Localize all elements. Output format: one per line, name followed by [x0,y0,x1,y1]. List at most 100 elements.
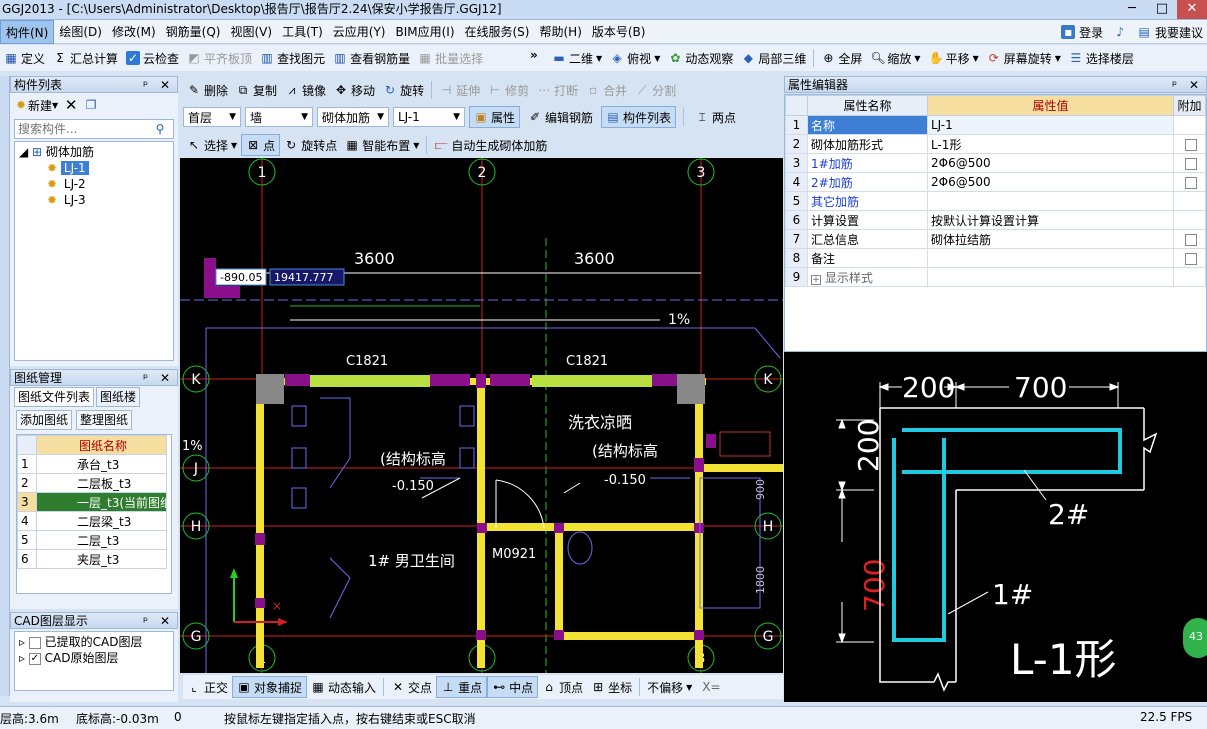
zoom-button[interactable]: 🔍︎ 缩放 ▼ [866,47,924,69]
view-rebar-button[interactable]: ▥ 查看钢筋量 [329,47,414,69]
extra-checkbox[interactable] [1185,157,1197,170]
layer-extracted[interactable]: ▹ 已提取的CAD图层 [19,634,169,650]
component-list-button[interactable]: ▤ 构件列表 [601,106,677,128]
menu-tools[interactable]: 工具(T) [277,20,328,44]
merge-button[interactable]: ▫ 合并 [582,79,631,101]
table-row[interactable]: 2 砌体加筋形式 L-1形 [785,134,1206,154]
delete-button[interactable]: ✎ 删除 [183,79,232,101]
panel-pin-close-icon[interactable]: ᵖ ✕ [143,77,177,92]
type-select[interactable]: 砌体加筋 ▼ [317,107,389,127]
menu-draw[interactable]: 绘图(D) [54,20,107,44]
feedback-button[interactable]: ▤ 我要建议 [1137,24,1203,41]
summary-calc-button[interactable]: Σ 汇总计算 [49,47,122,69]
view-2d-button[interactable]: ▬ 二维 ▼ [548,47,606,69]
maximize-button[interactable]: □ [1147,0,1177,19]
intersection-snap-button[interactable]: ✕ 交点 [387,676,436,698]
offset-select[interactable]: 不偏移 ▼ [643,676,696,698]
top-view-button[interactable]: ◈ 俯视 ▼ [606,47,664,69]
object-snap-button[interactable]: ▣ 对象捕捉 [232,676,308,698]
component-search-input[interactable] [15,120,153,138]
copy-icon[interactable]: ❐ [84,98,98,112]
rotate-point-button[interactable]: ↻ 旋转点 [280,134,341,156]
table-row[interactable]: 3一层_t3(当前图纸) [17,492,167,512]
trim-button[interactable]: ⊢ 修剪 [484,79,533,101]
vertex-snap-button[interactable]: ⌂ 顶点 [538,676,587,698]
fullscreen-button[interactable]: ⊕ 全屏 [817,47,866,69]
edit-rebar-button[interactable]: ✐ 编辑钢筋 [524,106,597,128]
component-select[interactable]: LJ-1 ▼ [393,107,465,127]
menu-view[interactable]: 视图(V) [225,20,277,44]
tree-item-lj1[interactable]: ✹ LJ-1 [19,160,169,176]
tree-root[interactable]: ◢ ⊞ 砌体加筋 [19,144,169,160]
break-button[interactable]: ⋯ 打断 [533,79,582,101]
menu-online[interactable]: 在线服务(S) [460,20,535,44]
midpoint-snap-button[interactable]: ⊷ 中点 [487,676,539,698]
table-row[interactable]: 4 二层梁_t3 [17,511,167,531]
extra-checkbox[interactable] [1185,233,1197,246]
menu-cloud[interactable]: 云应用(Y) [328,20,391,44]
align-slab-top-button[interactable]: ◩ 平齐板顶 [183,47,256,69]
pan-button[interactable]: ✋ 平移 ▼ [925,47,983,69]
dynamic-input-button[interactable]: ▦ 动态输入 [307,676,380,698]
tree-item-lj2[interactable]: ✹ LJ-2 [19,176,169,192]
ortho-button[interactable]: ⌞ 正交 [183,676,232,698]
extra-checkbox[interactable] [1185,252,1197,265]
select-floor-button[interactable]: ☰ 选择楼层 [1065,47,1138,69]
tab-drawing-floors[interactable]: 图纸楼 [96,387,141,407]
properties-button[interactable]: ▣ 属性 [469,106,521,128]
two-points-button[interactable]: ⌶ 两点 [691,106,740,128]
menu-component[interactable]: 构件(N) [0,19,55,44]
table-row[interactable]: 6 夹层_t3 [17,549,167,569]
menu-help[interactable]: 帮助(H) [534,20,586,44]
extend-button[interactable]: ⊣ 延伸 [435,79,484,101]
table-row[interactable]: 5 二层_t3 [17,530,167,550]
layer-original-checkbox[interactable]: ✓ [28,652,41,665]
table-row[interactable]: 2 二层板_t3 [17,473,167,493]
tab-drawing-files[interactable]: 图纸文件列表 [14,387,95,407]
bell-icon[interactable]: ♪ [1113,25,1127,39]
find-element-button[interactable]: ▥ 查找图元 [256,47,329,69]
rotate-button[interactable]: ↻ 旋转 [379,79,428,101]
panel-pin-close-icon[interactable]: ᵖ ✕ [143,613,177,628]
menu-modify[interactable]: 修改(M) [107,20,161,44]
table-row[interactable]: 7 汇总信息 砌体拉结筋 [785,229,1206,249]
close-button[interactable]: ✕ [1177,0,1207,19]
delete-icon[interactable]: ✕ [64,98,78,113]
cad-canvas[interactable]: 1 2 3 1 2 3 K J H G K H G 3600 3600 1% 1… [180,158,783,673]
copy-button[interactable]: ⧉ 复制 [232,79,281,101]
badge-indicator[interactable]: 43 [1183,618,1207,658]
move-button[interactable]: ✥ 移动 [330,79,379,101]
cloud-check-button[interactable]: ✓ 云检查 [122,47,183,69]
login-button[interactable]: ▪ 登录 [1061,24,1103,41]
extra-checkbox[interactable] [1185,138,1197,151]
screen-rotate-button[interactable]: ⟳ 屏幕旋转 ▼ [983,47,1065,69]
expand-icon[interactable]: + [811,274,821,285]
toolbar-overflow-icon[interactable]: » [530,48,538,62]
floor-select[interactable]: 首层 ▼ [183,107,241,127]
search-icon[interactable]: ⚲ [153,122,167,136]
menu-bim[interactable]: BIM应用(I) [390,20,459,44]
extra-checkbox[interactable] [1185,176,1197,189]
menu-version[interactable]: 版本号(B) [587,20,651,44]
orbit-button[interactable]: ✿ 动态观察 [664,47,737,69]
table-row[interactable]: 1 名称 LJ-1 [785,115,1206,135]
tree-item-lj3[interactable]: ✹ LJ-3 [19,192,169,208]
table-row[interactable]: 1 承台_t3 [17,454,167,474]
select-button[interactable]: ↖ 选择 ▼ [183,134,241,156]
table-row[interactable]: 4 2#加筋 2Φ6@500 [785,172,1206,192]
auto-generate-button[interactable]: ⫍ 自动生成砌体加筋 [430,134,551,156]
category-select[interactable]: 墙 ▼ [245,107,313,127]
table-row[interactable]: 3 1#加筋 2Φ6@500 [785,153,1206,173]
organize-drawing-button[interactable]: 整理图纸 [76,410,133,430]
table-row[interactable]: 6 计算设置 按默认计算设置计算 [785,210,1206,230]
smart-layout-button[interactable]: ▦ 智能布置 ▼ [341,134,423,156]
local-3d-button[interactable]: ◆ 局部三维 [737,47,810,69]
panel-pin-close-icon[interactable]: ᵖ ✕ [143,370,177,385]
split-button[interactable]: ⟋ 分割 [631,79,680,101]
new-component-button[interactable]: ✹ 新建 ▼ [14,97,58,114]
panel-pin-close-icon[interactable]: ᵖ ✕ [1172,77,1206,92]
add-drawing-button[interactable]: 添加图纸 [16,410,73,430]
menu-rebar[interactable]: 钢筋量(Q) [161,20,226,44]
perpendicular-snap-button[interactable]: ⊥ 重点 [436,676,488,698]
table-row[interactable]: 9 + 显示样式 [785,267,1206,287]
